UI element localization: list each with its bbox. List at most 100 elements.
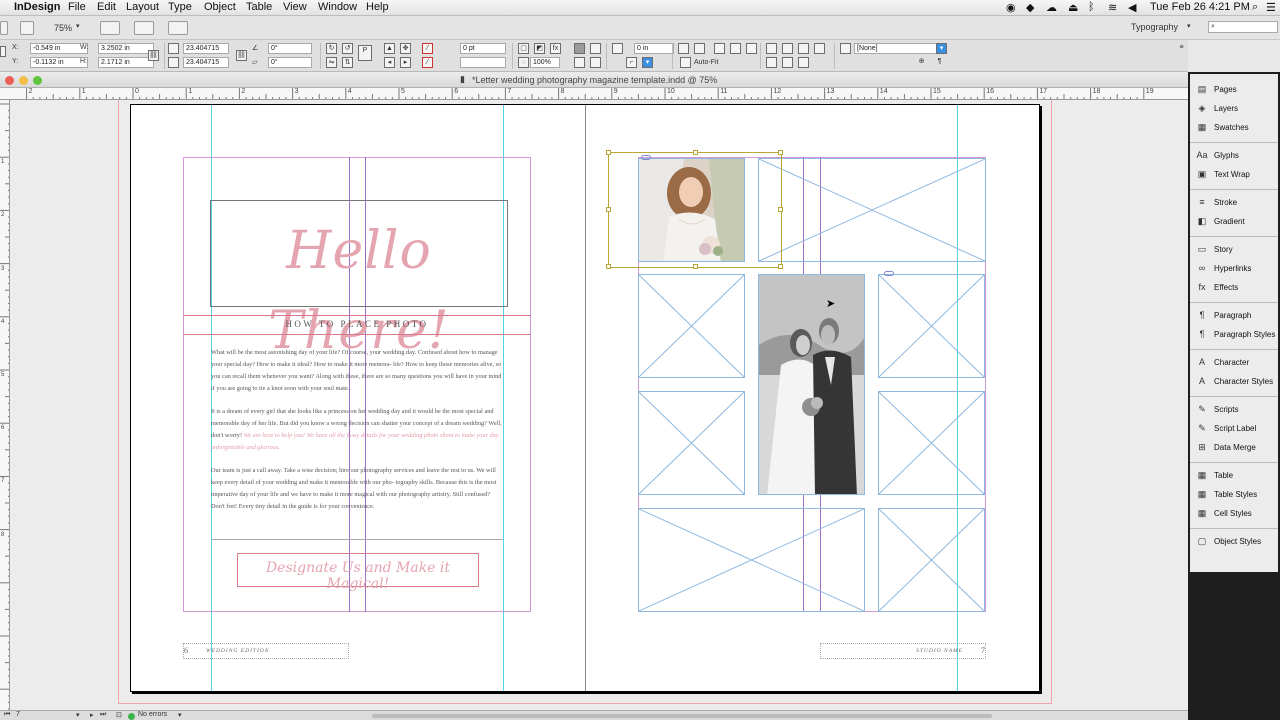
align-vertical-centers-icon[interactable] (782, 57, 793, 68)
corner-options-icon[interactable] (612, 43, 623, 54)
panel-item-layers[interactable]: ◈ Layers (1196, 103, 1238, 119)
cloud-icon[interactable]: ☁ (1046, 1, 1057, 14)
flip-horizontal-icon[interactable]: ⇋ (326, 57, 337, 68)
text-wrap-none-icon[interactable] (574, 43, 585, 54)
image-placeholder[interactable] (878, 391, 985, 495)
image-placeholder[interactable] (638, 391, 745, 495)
drop-shadow-icon[interactable]: ▢ (518, 43, 529, 54)
image-placeholder[interactable] (878, 274, 985, 378)
panel-item-script-label[interactable]: ✎ Script Label (1196, 423, 1256, 439)
menu-file[interactable]: File (68, 1, 86, 13)
menu-edit[interactable]: Edit (97, 1, 116, 13)
clear-overrides-icon[interactable]: ⊕ (916, 57, 927, 68)
auto-fit-checkbox[interactable] (680, 57, 691, 68)
panel-item-paragraph[interactable]: ¶ Paragraph (1196, 310, 1252, 326)
center-content-icon[interactable] (746, 43, 757, 54)
panel-item-effects[interactable]: fx Effects (1196, 282, 1238, 298)
next-page-icon[interactable]: ▸ (90, 711, 94, 719)
bluetooth-icon[interactable]: ᛒ (1088, 1, 1095, 13)
menu-table[interactable]: Table (246, 1, 272, 13)
headline-frame[interactable]: Hello There! (210, 200, 508, 361)
open-window-icon[interactable]: ⊡ (116, 711, 122, 719)
rotate-cw-icon[interactable]: ↻ (326, 43, 337, 54)
panel-menu-icon[interactable]: ≡ (1176, 43, 1187, 54)
fill-swatch-icon[interactable]: ⁄ (422, 43, 433, 54)
align-left-edges-icon[interactable] (766, 43, 777, 54)
view-options-button[interactable] (100, 21, 120, 35)
image-placeholder[interactable] (758, 158, 986, 262)
content-grabber-icon[interactable] (884, 271, 894, 276)
resize-handle[interactable] (778, 264, 783, 269)
fx-icon[interactable]: fx (550, 43, 561, 54)
last-page-icon[interactable]: ⏭ (100, 711, 106, 719)
spotlight-icon[interactable]: ⌕ (1252, 1, 1258, 14)
panel-item-glyphs[interactable]: Aa Glyphs (1196, 150, 1238, 166)
menu-help[interactable]: Help (366, 1, 389, 13)
panel-item-hyperlinks[interactable]: ∞ Hyperlinks (1196, 263, 1252, 279)
panel-item-character-styles[interactable]: A Character Styles (1196, 376, 1273, 392)
zoom-window-button[interactable] (33, 76, 42, 85)
select-container-icon[interactable]: ▲ (384, 43, 395, 54)
flip-vertical-icon[interactable]: ⇅ (342, 57, 353, 68)
corner-dropdown-icon[interactable]: ▾ (642, 57, 653, 68)
select-next-icon[interactable]: ▸ (400, 57, 411, 68)
page-dropdown-icon[interactable]: ▾ (76, 711, 80, 719)
rotate-field[interactable]: 0° (268, 43, 312, 54)
eject-icon[interactable]: ⏏ (1068, 1, 1078, 14)
panel-item-table[interactable]: ▦ Table (1196, 470, 1233, 486)
align-right-edges-icon[interactable] (798, 43, 809, 54)
text-wrap-jump-icon[interactable] (590, 57, 601, 68)
fit-content-frame-icon[interactable] (678, 43, 689, 54)
panel-item-character[interactable]: A Character (1196, 357, 1249, 373)
panel-item-cell-styles[interactable]: ▦ Cell Styles (1196, 508, 1252, 524)
fill-proportional-icon[interactable] (730, 43, 741, 54)
panel-item-swatches[interactable]: ▦ Swatches (1196, 122, 1249, 138)
dropbox-icon[interactable]: ◆ (1026, 1, 1034, 14)
panel-item-pages[interactable]: ▤ Pages (1196, 84, 1237, 100)
shadow-toggle-icon[interactable]: ◩ (534, 43, 545, 54)
panel-item-table-styles[interactable]: ▦ Table Styles (1196, 489, 1257, 505)
resize-handle[interactable] (606, 207, 611, 212)
content-grabber-icon[interactable] (641, 155, 651, 160)
fit-frame-content-icon[interactable] (694, 43, 705, 54)
resize-handle[interactable] (693, 264, 698, 269)
text-wrap-bounding-icon[interactable] (590, 43, 601, 54)
opacity-field[interactable]: 100% (530, 57, 560, 68)
select-content-icon[interactable]: ✥ (400, 43, 411, 54)
rotate-ccw-icon[interactable]: ↺ (342, 43, 353, 54)
menu-view[interactable]: View (283, 1, 307, 13)
left-folio-frame[interactable]: 6 WEDDING EDITION (183, 643, 349, 659)
image-placeholder[interactable] (878, 508, 985, 612)
constrain-proportions-icon[interactable]: ⛓ (148, 50, 159, 61)
chevron-down-icon[interactable]: ▾ (1187, 22, 1191, 30)
align-bottom-edges-icon[interactable] (798, 57, 809, 68)
resize-handle[interactable] (693, 150, 698, 155)
minimize-window-button[interactable] (19, 76, 28, 85)
record-icon[interactable]: ◉ (1006, 1, 1016, 14)
tagline-frame[interactable]: Designate Us and Make it Magical! (237, 553, 479, 592)
p-icon[interactable]: P (358, 45, 372, 61)
panel-item-data-merge[interactable]: ⊞ Data Merge (1196, 442, 1256, 458)
corner-shape-icon[interactable]: ⌐ (626, 57, 637, 68)
zoom-level[interactable]: 75% (54, 23, 72, 33)
menu-clock[interactable]: Tue Feb 26 4:21 PM (1150, 1, 1250, 13)
offset-field[interactable]: 0 in (634, 43, 674, 54)
panel-item-stroke[interactable]: ≡ Stroke (1196, 197, 1237, 213)
fit-proportional-icon[interactable] (714, 43, 725, 54)
wifi-icon[interactable]: ≋ (1108, 1, 1117, 14)
app-menu[interactable]: InDesign (14, 1, 60, 13)
panel-item-text-wrap[interactable]: ▣ Text Wrap (1196, 169, 1250, 185)
page-number-field[interactable]: 7 (16, 711, 20, 718)
align-horizontal-centers-icon[interactable] (782, 43, 793, 54)
search-input[interactable]: ⌕ (1208, 21, 1278, 33)
bridge-icon[interactable] (20, 21, 34, 35)
panel-item-paragraph-styles[interactable]: ¶ Paragraph Styles (1196, 329, 1276, 345)
menu-object[interactable]: Object (204, 1, 236, 13)
app-frame-icon[interactable] (0, 21, 8, 35)
resize-handle[interactable] (778, 207, 783, 212)
menu-layout[interactable]: Layout (126, 1, 159, 13)
shear-field[interactable]: 0° (268, 57, 312, 68)
preflight-menu-icon[interactable]: ▾ (178, 711, 182, 719)
image-placeholder[interactable] (638, 274, 745, 378)
select-previous-icon[interactable]: ◂ (384, 57, 395, 68)
